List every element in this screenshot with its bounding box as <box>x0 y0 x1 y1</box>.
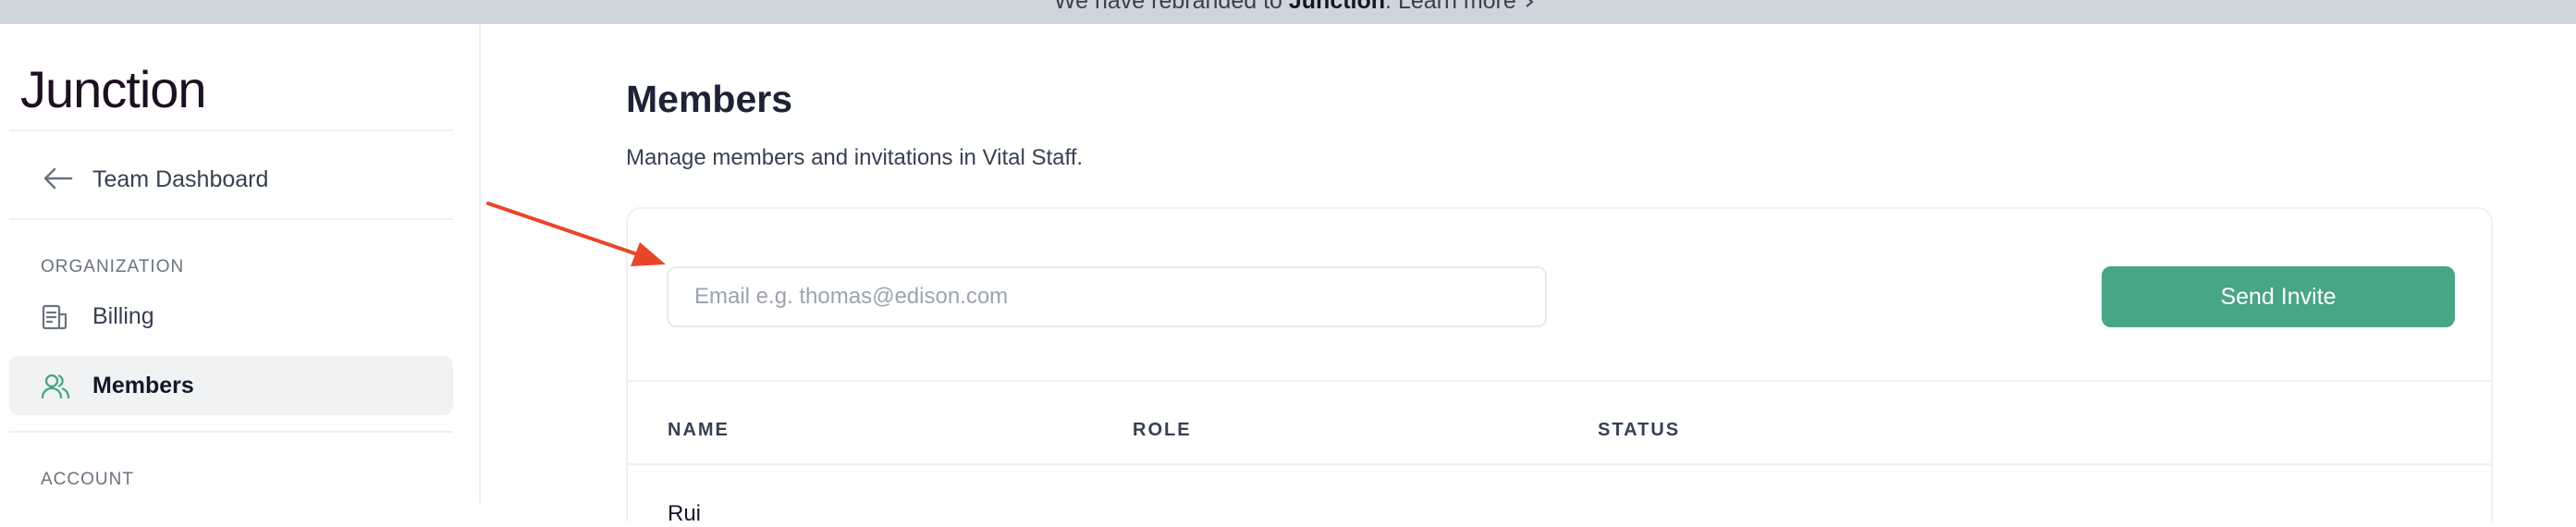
sidebar-item-label: Billing <box>92 303 154 330</box>
sidebar-item-members[interactable]: Members <box>9 356 453 415</box>
page-title: Members <box>626 78 792 121</box>
card-divider <box>628 380 2491 382</box>
column-header-name[interactable]: NAME <box>668 420 730 441</box>
sidebar-divider <box>9 431 453 433</box>
section-title-account: ACCOUNT <box>41 470 134 490</box>
column-header-role[interactable]: ROLE <box>1133 420 1192 441</box>
sidebar-item-billing[interactable]: Billing <box>9 287 453 346</box>
junction-logo[interactable]: Junction <box>20 59 206 119</box>
annotation-arrow-icon <box>481 194 675 268</box>
send-invite-button[interactable]: Send Invite <box>2102 266 2455 327</box>
member-name-cell: Rui <box>668 501 701 527</box>
page-subtitle: Manage members and invitations in Vital … <box>626 145 1083 171</box>
banner-brand: Junction <box>1289 0 1385 14</box>
sidebar-divider <box>9 218 453 220</box>
column-header-status[interactable]: STATUS <box>1598 420 1680 441</box>
sidebar: Junction Team Dashboard ORGANIZATION Bil… <box>0 24 481 503</box>
back-to-team-dashboard[interactable]: Team Dashboard <box>9 148 453 207</box>
rebrand-banner-text[interactable]: We have rebranded to Junction. Learn mor… <box>1054 0 1536 15</box>
email-invite-input[interactable] <box>667 266 1547 327</box>
members-card: Send Invite NAME ROLE STATUS Rui <box>626 207 2493 521</box>
chevron-right-icon <box>1523 0 1536 14</box>
section-title-organization: ORGANIZATION <box>41 257 184 277</box>
banner-text-before: We have rebranded to <box>1054 0 1289 14</box>
banner-learn-more[interactable]: . Learn more <box>1385 0 1516 14</box>
rebrand-banner[interactable]: We have rebranded to Junction. Learn mor… <box>0 0 2576 24</box>
table-row-divider <box>628 463 2491 465</box>
sidebar-divider <box>9 129 453 131</box>
back-item-label: Team Dashboard <box>92 166 268 193</box>
main-content: Members Manage members and invitations i… <box>483 24 2576 503</box>
sidebar-item-label: Members <box>92 373 194 399</box>
